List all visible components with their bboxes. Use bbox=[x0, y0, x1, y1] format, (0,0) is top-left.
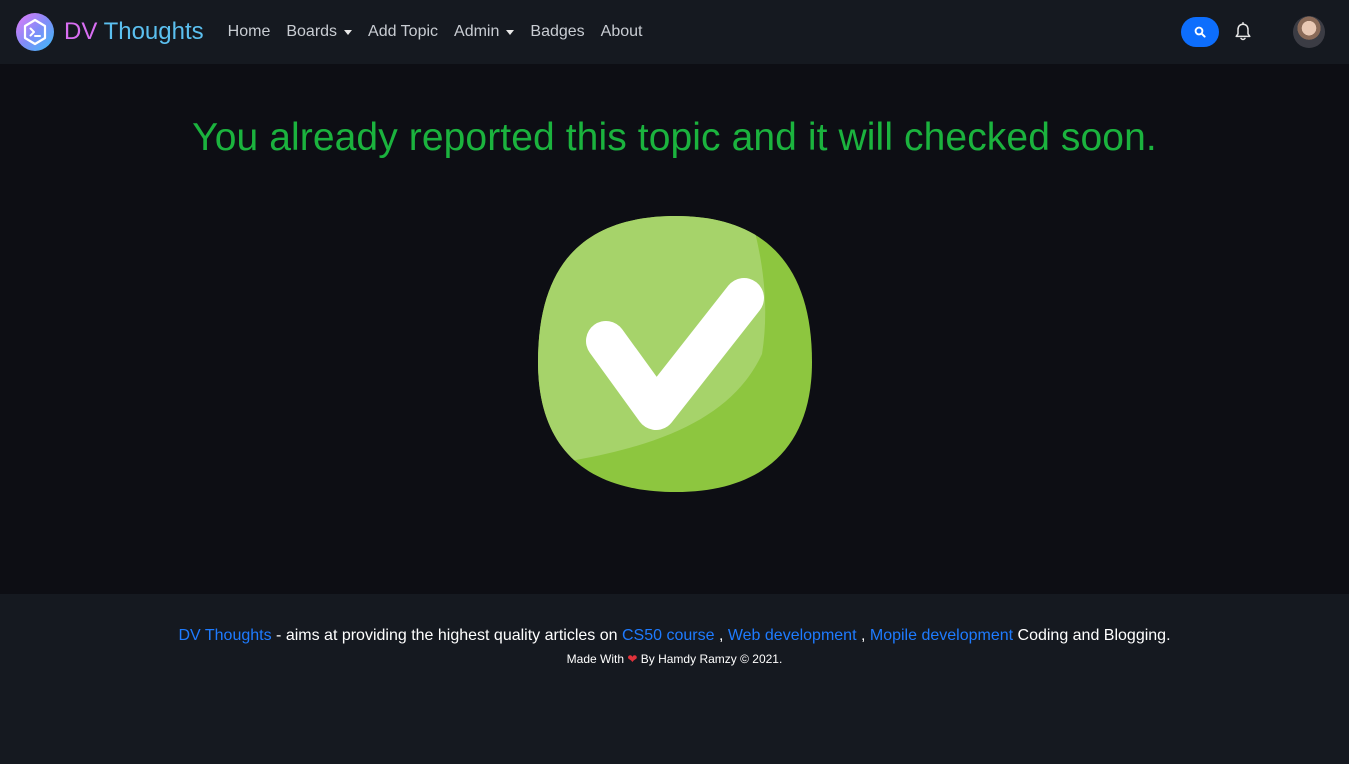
footer-separator: , bbox=[856, 627, 870, 644]
nav-badges-label: Badges bbox=[530, 23, 585, 40]
notifications-button[interactable] bbox=[1233, 21, 1253, 43]
user-avatar[interactable] bbox=[1293, 16, 1325, 48]
footer-separator: , bbox=[714, 627, 728, 644]
footer-tail-text: Coding and Blogging. bbox=[1013, 627, 1171, 644]
footer-link-web-development[interactable]: Web development bbox=[728, 627, 857, 644]
main-nav: Home Boards Add Topic Admin Badges About bbox=[228, 23, 659, 41]
brand-link[interactable]: DV Thoughts bbox=[16, 13, 204, 51]
nav-boards-label: Boards bbox=[286, 23, 338, 40]
footer-link-cs50[interactable]: CS50 course bbox=[622, 627, 715, 644]
footer-brand-thoughts[interactable]: Thoughts bbox=[205, 627, 272, 644]
brand-thoughts: Thoughts bbox=[103, 18, 204, 45]
caret-down-icon bbox=[344, 29, 353, 35]
footer-brand-dv[interactable]: DV bbox=[178, 627, 200, 644]
search-icon bbox=[1194, 26, 1206, 38]
footer-link-mobile-development[interactable]: Mopile development bbox=[870, 627, 1013, 644]
footer-made-with: Made With bbox=[566, 652, 628, 666]
nav-about[interactable]: About bbox=[601, 23, 643, 41]
search-button[interactable] bbox=[1181, 17, 1219, 47]
report-status-message: You already reported this topic and it w… bbox=[192, 116, 1157, 159]
footer-author: By Hamdy Ramzy © 2021. bbox=[637, 652, 783, 666]
bell-icon bbox=[1235, 22, 1251, 41]
nav-admin-dropdown[interactable]: Admin bbox=[454, 23, 515, 41]
nav-home[interactable]: Home bbox=[228, 23, 271, 41]
footer-description-text: - aims at providing the highest quality … bbox=[271, 627, 622, 644]
check-mark-icon bbox=[536, 214, 814, 496]
main-content: You already reported this topic and it w… bbox=[0, 64, 1349, 594]
nav-actions bbox=[1181, 0, 1349, 64]
terminal-hexagon-icon bbox=[16, 13, 54, 51]
caret-down-icon bbox=[506, 29, 515, 35]
brand-name: DV Thoughts bbox=[64, 20, 204, 44]
nav-badges[interactable]: Badges bbox=[530, 23, 584, 41]
footer-description: DV Thoughts - aims at providing the high… bbox=[0, 627, 1349, 645]
nav-add-topic[interactable]: Add Topic bbox=[368, 23, 438, 41]
footer-credits: Made With ❤ By Hamdy Ramzy © 2021. bbox=[0, 652, 1349, 666]
nav-boards-dropdown[interactable]: Boards bbox=[286, 23, 353, 41]
nav-add-topic-label: Add Topic bbox=[368, 23, 439, 40]
heart-icon: ❤ bbox=[627, 652, 638, 666]
nav-home-label: Home bbox=[227, 23, 271, 40]
site-footer: DV Thoughts - aims at providing the high… bbox=[0, 594, 1349, 764]
nav-admin-label: Admin bbox=[454, 23, 500, 40]
brand-dv: DV bbox=[64, 18, 98, 45]
top-navbar: DV Thoughts Home Boards Add Topic Admin … bbox=[0, 0, 1349, 64]
nav-about-label: About bbox=[600, 23, 643, 40]
